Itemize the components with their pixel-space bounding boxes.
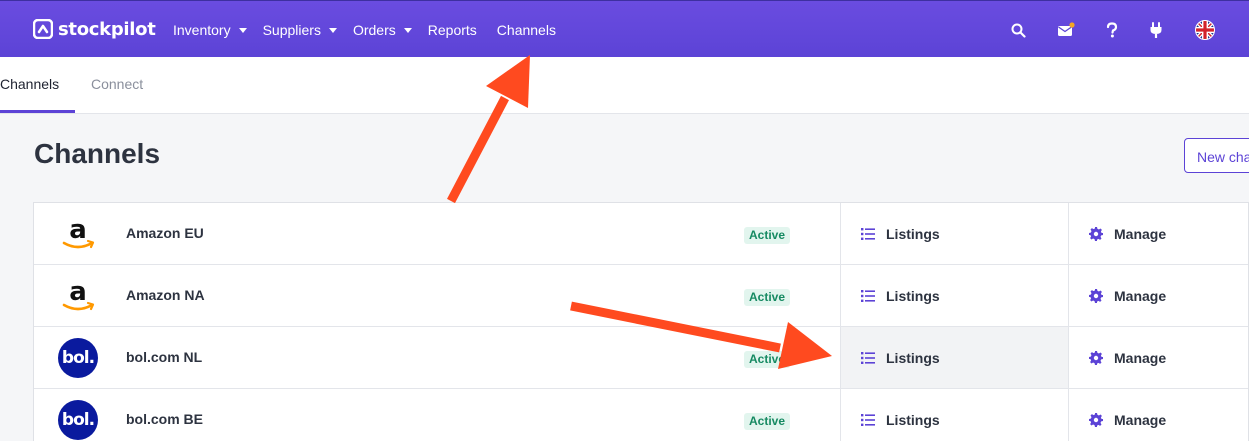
- listings-button[interactable]: Listings: [840, 389, 1068, 441]
- table-row: a Amazon NA Active Listings Manage: [34, 265, 1248, 327]
- status-badge: Active: [744, 227, 791, 244]
- listings-label: Listings: [886, 412, 940, 428]
- active-tab-indicator: [0, 110, 75, 113]
- channels-table: a Amazon EU Active Listings Manage a Ama…: [33, 202, 1249, 441]
- amazon-logo: a: [57, 215, 99, 253]
- bol-logo: bol.: [57, 400, 99, 440]
- gear-icon: [1089, 351, 1103, 365]
- bol-logo-text: bol.: [58, 400, 98, 440]
- plug-icon[interactable]: [1146, 20, 1166, 40]
- page-title: Channels: [34, 138, 161, 169]
- status-badge: Active: [744, 289, 791, 306]
- manage-button[interactable]: Manage: [1068, 265, 1248, 326]
- uk-flag-icon[interactable]: [1195, 20, 1215, 40]
- gear-icon: [1089, 413, 1103, 427]
- table-row: bol. bol.com NL Active Listings Manage: [34, 327, 1248, 389]
- manage-label: Manage: [1114, 412, 1167, 428]
- listings-label: Listings: [886, 288, 940, 304]
- manage-label: Manage: [1114, 226, 1167, 242]
- tab-channels[interactable]: Channels: [0, 76, 59, 92]
- listings-button[interactable]: Listings: [840, 203, 1068, 264]
- listings-label: Listings: [886, 226, 940, 242]
- header-icons: [0, 1, 1249, 58]
- help-icon[interactable]: [1102, 20, 1122, 40]
- status-badge: Active: [744, 351, 791, 368]
- channel-name: bol.com NL: [126, 349, 203, 365]
- channel-name: bol.com BE: [126, 411, 204, 427]
- amazon-logo: a: [57, 277, 99, 315]
- channel-name: Amazon NA: [126, 287, 205, 303]
- svg-text:a: a: [69, 216, 87, 245]
- manage-label: Manage: [1114, 350, 1167, 366]
- list-icon: [861, 290, 875, 302]
- table-row: a Amazon EU Active Listings Manage: [34, 203, 1248, 265]
- bol-logo: bol.: [57, 338, 99, 378]
- new-channel-button[interactable]: New cha: [1184, 138, 1249, 173]
- bol-logo-text: bol.: [58, 338, 98, 378]
- manage-button[interactable]: Manage: [1068, 327, 1248, 388]
- listings-label: Listings: [886, 350, 940, 366]
- tab-connect[interactable]: Connect: [91, 76, 143, 92]
- search-icon[interactable]: [1008, 20, 1028, 40]
- gear-icon: [1089, 289, 1103, 303]
- status-badge: Active: [744, 413, 791, 430]
- table-row: bol. bol.com BE Active Listings Manage: [34, 389, 1248, 441]
- list-icon: [861, 414, 875, 426]
- tab-bar: Channels Connect: [0, 57, 1249, 114]
- gear-icon: [1089, 227, 1103, 241]
- list-icon: [861, 228, 875, 240]
- top-navigation-bar: stockpilot Inventory Suppliers Orders Re…: [0, 0, 1249, 57]
- manage-button[interactable]: Manage: [1068, 389, 1248, 441]
- manage-label: Manage: [1114, 288, 1167, 304]
- listings-button[interactable]: Listings: [840, 265, 1068, 326]
- list-icon: [861, 352, 875, 364]
- manage-button[interactable]: Manage: [1068, 203, 1248, 264]
- mail-icon[interactable]: [1056, 20, 1076, 40]
- listings-button[interactable]: Listings: [840, 327, 1068, 388]
- channel-name: Amazon EU: [126, 225, 204, 241]
- svg-text:a: a: [69, 278, 87, 307]
